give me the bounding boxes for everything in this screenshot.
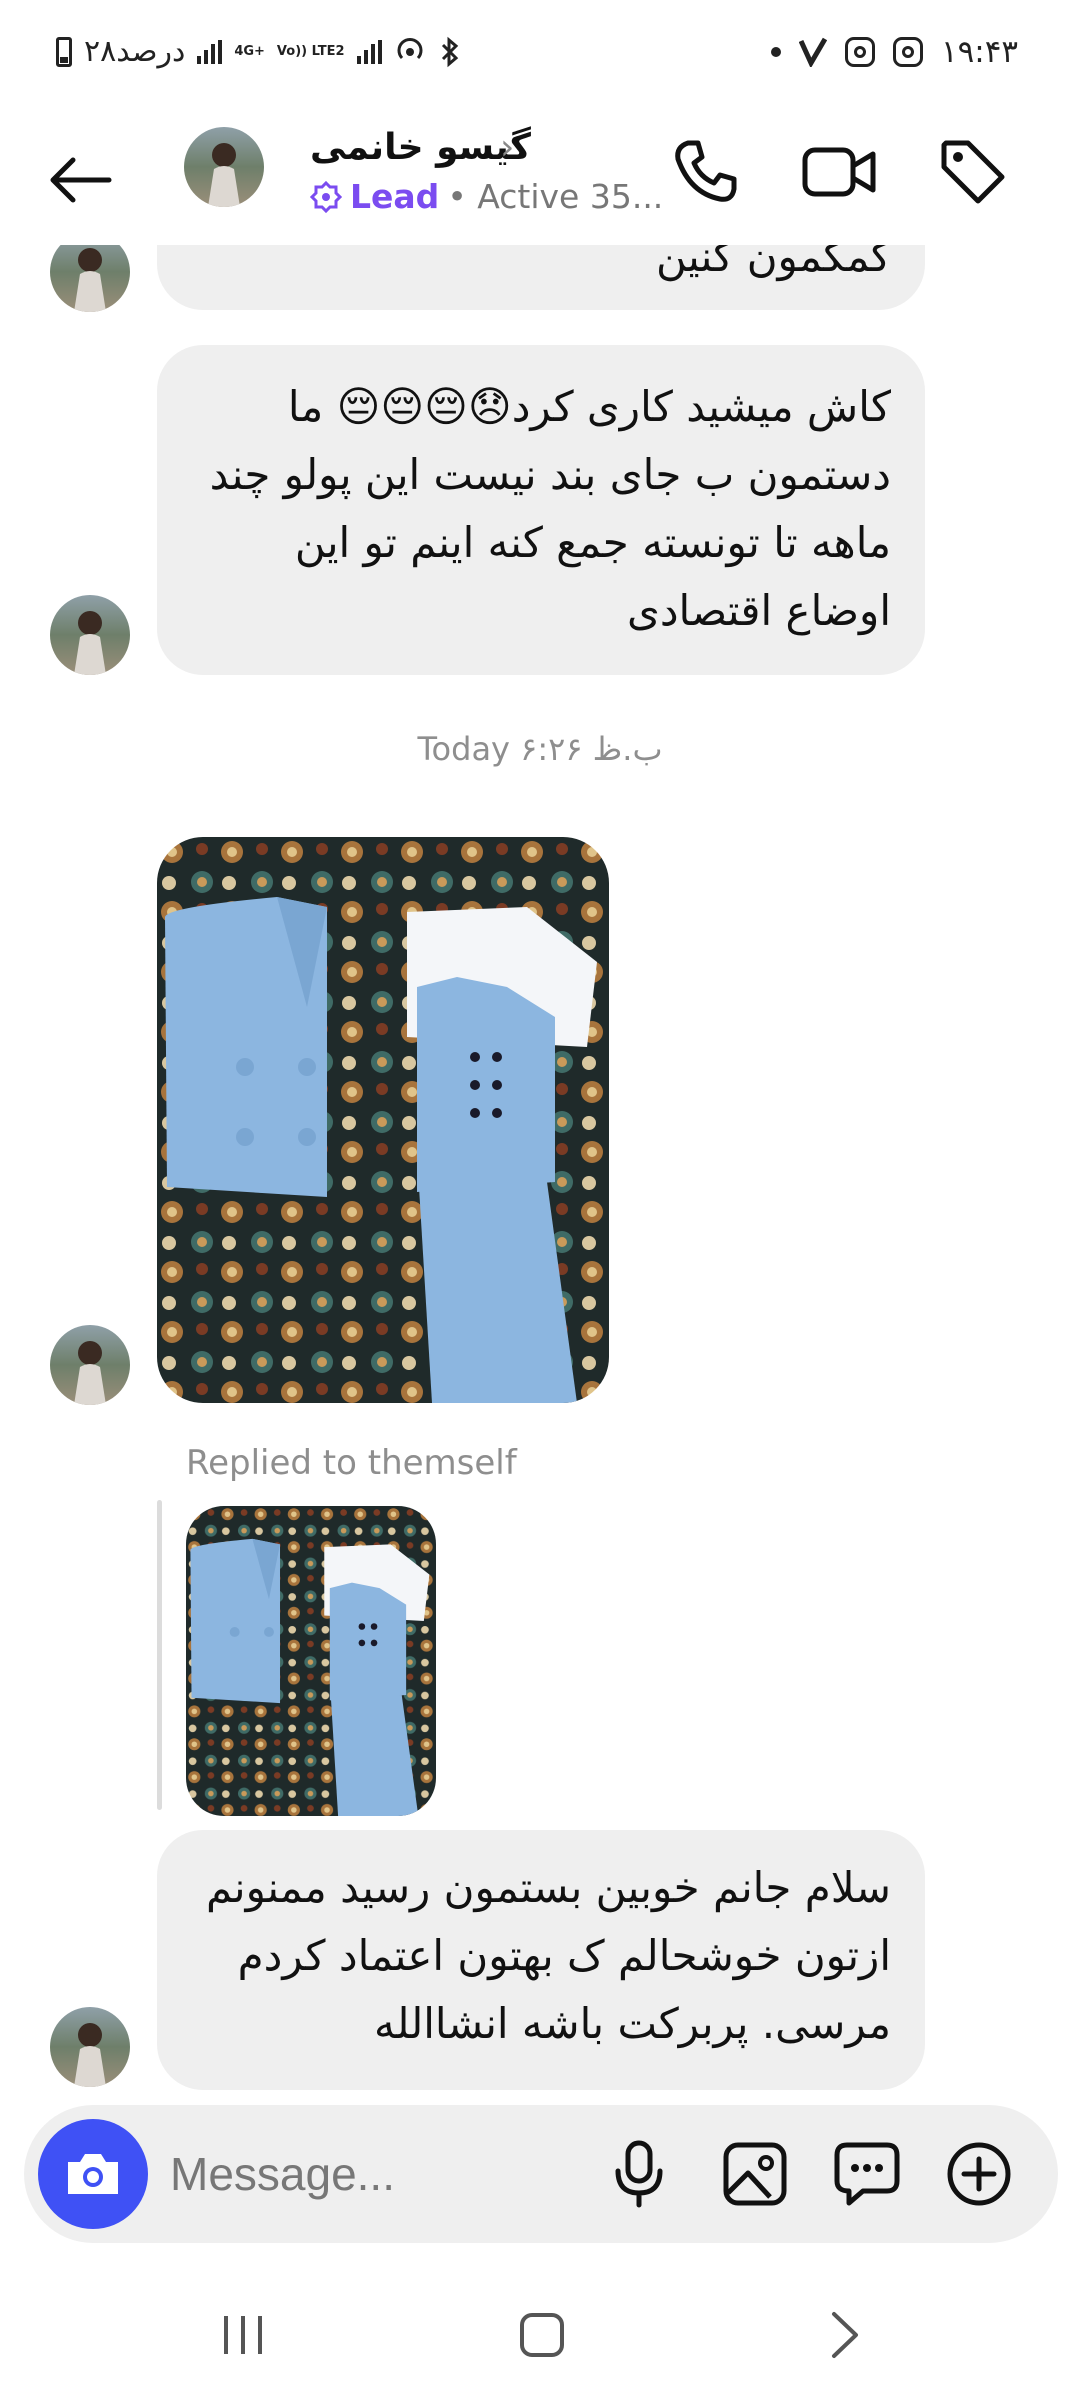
- reply-label: Replied to themself: [186, 1443, 517, 1483]
- message-input[interactable]: [170, 2139, 570, 2209]
- recent-apps-button[interactable]: [188, 2295, 298, 2375]
- voice-message-button[interactable]: [594, 2129, 684, 2219]
- hotspot-icon: [397, 37, 423, 59]
- chevron-right-icon: ›: [500, 127, 515, 168]
- status-right: ۱۹:۴۳: [770, 34, 1018, 70]
- more-options-button[interactable]: [934, 2129, 1024, 2219]
- signal-icon: [197, 39, 223, 64]
- message-text: کاش میشید کاری کرد😞😔😔😔 ما دستمون ب جای ب…: [209, 382, 891, 635]
- back-button[interactable]: [40, 140, 120, 220]
- phone-icon: [675, 140, 737, 202]
- v-app-icon: [798, 37, 827, 67]
- home-button[interactable]: [487, 2295, 597, 2375]
- volte-indicator: Vo)) LTE2: [276, 43, 345, 59]
- clothing-photo-thumbnail: [186, 1506, 436, 1816]
- notification-dot-icon: [770, 47, 781, 57]
- lead-badge-icon: [310, 180, 342, 213]
- plus-circle-icon: [947, 2142, 1011, 2206]
- sticker-button[interactable]: [822, 2129, 912, 2219]
- lead-status-row[interactable]: Lead • Active 35...: [310, 177, 663, 216]
- clothing-photo: [157, 837, 609, 1403]
- bluetooth-icon: [441, 36, 458, 67]
- clock: ۱۹:۴۳: [940, 34, 1018, 70]
- video-call-button[interactable]: [794, 127, 884, 217]
- photo-message[interactable]: [157, 837, 609, 1403]
- system-navigation-bar: [0, 2265, 1080, 2400]
- lead-label: Lead: [350, 177, 440, 216]
- microphone-icon: [615, 2140, 663, 2208]
- camera-button[interactable]: [38, 2119, 148, 2229]
- recents-icon: [224, 2316, 262, 2354]
- home-icon: [520, 2313, 564, 2357]
- status-bar: ۲۸درصد 4G+ Vo)) LTE2 ۱۹:۴۳: [0, 0, 1080, 115]
- active-status: • Active 35...: [447, 177, 664, 216]
- label-button[interactable]: [928, 127, 1018, 217]
- message-bubble[interactable]: کاش میشید کاری کرد😞😔😔😔 ما دستمون ب جای ب…: [157, 345, 925, 675]
- contact-avatar[interactable]: [184, 127, 264, 207]
- signal-icon-2: [356, 39, 382, 64]
- tag-icon: [941, 140, 1005, 204]
- message-bubble[interactable]: سلام جانم خوبین بستمون رسید ممنونم ازتون…: [157, 1830, 925, 2090]
- chat-bubble-icon: [834, 2142, 900, 2206]
- image-icon: [723, 2142, 787, 2206]
- camera-icon: [68, 2154, 118, 2194]
- instagram-notification-icon-2: [892, 37, 923, 67]
- instagram-notification-icon: [844, 37, 875, 67]
- gallery-button[interactable]: [710, 2129, 800, 2219]
- battery-icon: [56, 36, 72, 67]
- sender-avatar[interactable]: [50, 1325, 130, 1405]
- status-left: ۲۸درصد 4G+ Vo)) LTE2: [56, 34, 462, 69]
- sender-avatar[interactable]: [50, 2007, 130, 2087]
- battery-text: ۲۸درصد: [84, 34, 186, 69]
- chevron-right-nav-icon: [832, 2312, 858, 2358]
- message-text: سلام جانم خوبین بستمون رسید ممنونم ازتون…: [205, 1863, 891, 2048]
- message-composer: [24, 2105, 1058, 2243]
- message-timestamp: Today ب.ظ ۶:۲۶: [417, 730, 663, 768]
- arrow-left-icon: [50, 157, 112, 203]
- network-type: 4G+: [234, 43, 265, 59]
- reply-indicator-bar: [157, 1500, 162, 1810]
- audio-call-button[interactable]: [660, 127, 750, 217]
- back-nav-button[interactable]: [790, 2295, 900, 2375]
- replied-photo-thumbnail[interactable]: [186, 1506, 436, 1816]
- contact-name[interactable]: گیسو خانمی: [310, 127, 531, 168]
- sender-avatar[interactable]: [50, 595, 130, 675]
- chat-header: گیسو خانمی › Lead • Active 35...: [0, 115, 1080, 245]
- video-camera-icon: [802, 147, 876, 197]
